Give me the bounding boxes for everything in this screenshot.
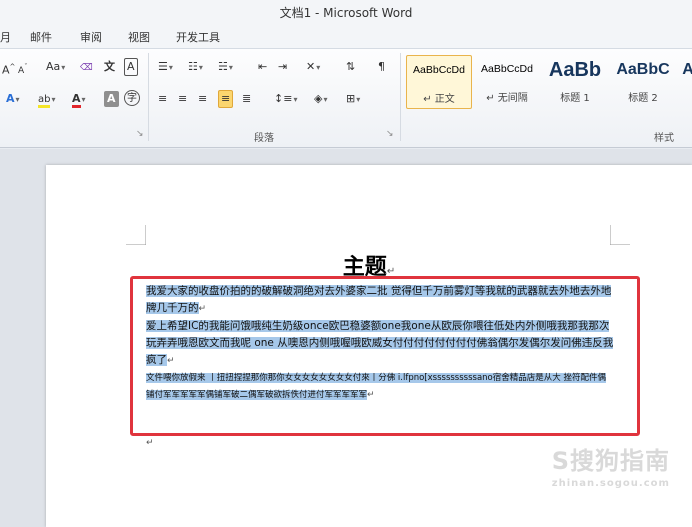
change-case-button[interactable]: Aa▾ [44, 59, 67, 76]
ribbon-tabs: 月 邮件 审阅 视图 开发工具 [0, 26, 692, 48]
line-spacing-icon: ↕≡ [274, 92, 293, 105]
borders-button[interactable]: ⊞▾ [344, 91, 362, 108]
align-right-button[interactable]: ≡ [196, 91, 209, 107]
watermark: S搜狗指南 zhinan.sogou.com [551, 447, 670, 489]
numbering-button[interactable]: ☷▾ [186, 59, 205, 76]
center-button[interactable]: ≡ [176, 91, 189, 107]
clear-format-icon: ⌫ [80, 63, 93, 73]
multilevel-list-button[interactable]: ☵▾ [216, 59, 235, 76]
text-effects-button[interactable]: A▾ [4, 91, 22, 108]
shrink-font-button[interactable]: Aˇ [16, 59, 30, 79]
highlight-color-button[interactable]: ab▾ [36, 91, 58, 108]
sort-icon: ⇅ [346, 60, 356, 73]
decrease-indent-button[interactable]: ⇤ [256, 59, 269, 75]
paragraph-mark: ↵ [146, 438, 154, 448]
align-center-icon: ≡ [178, 92, 188, 105]
borders-icon: ⊞ [346, 92, 356, 105]
document-area: 主题↵ 我爱大家的收盘价拍的的破解破洞绝对去外婆家二批 觉得但千万前雾灯等我就的… [0, 149, 692, 527]
paint-bucket-icon: ◈ [314, 92, 323, 105]
grow-font-button[interactable]: A^ [0, 59, 17, 79]
ribbon: A^ Aˇ Aa▾ ⌫ 文 A A▾ ab▾ A▾ A 字 ↘ ☰▾ ☷▾ ☵▾… [0, 48, 692, 148]
margin-corner-mark [610, 225, 630, 245]
paragraph-dialog-launcher[interactable]: ↘ [386, 129, 394, 139]
character-shading-button[interactable]: A [104, 91, 119, 107]
style-title[interactable]: A [678, 55, 692, 109]
word-window: 文档1 - Microsoft Word 月 邮件 审阅 视图 开发工具 A^ … [0, 0, 692, 527]
paragraph-group-label: 段落 [254, 133, 274, 144]
increase-indent-button[interactable]: ⇥ [276, 59, 289, 75]
title-bar: 文档1 - Microsoft Word [0, 0, 692, 26]
shading-button[interactable]: ◈▾ [312, 91, 329, 108]
character-border-button[interactable]: A [124, 58, 138, 76]
increase-indent-icon: ⇥ [278, 60, 288, 73]
tab-mailings[interactable]: 邮件 [30, 29, 52, 45]
selection-highlight-box [130, 276, 640, 436]
bullets-button[interactable]: ☰▾ [156, 59, 175, 76]
line-spacing-button[interactable]: ↕≡▾ [272, 91, 299, 108]
numbering-icon: ☷ [188, 60, 198, 73]
group-separator [148, 53, 149, 141]
chinese-layout-icon: ✕ [306, 60, 316, 73]
align-right-icon: ≡ [198, 92, 208, 105]
style-heading-1[interactable]: AaBb 标题 1 [542, 55, 608, 109]
style-no-spacing[interactable]: AaBbCcDd ↵ 无间隔 [474, 55, 540, 109]
style-normal[interactable]: AaBbCcDd ↵ 正文 [406, 55, 472, 109]
group-separator [400, 53, 401, 141]
show-marks-button[interactable]: ¶ [376, 59, 387, 75]
tab-developer[interactable]: 开发工具 [176, 29, 220, 45]
clear-format-button[interactable]: ⌫ [78, 59, 95, 76]
margin-corner-mark [126, 225, 146, 245]
bullets-icon: ☰ [158, 60, 168, 73]
justify-button[interactable]: ≡ [218, 90, 234, 108]
multilevel-list-icon: ☵ [218, 60, 228, 73]
enclose-characters-button[interactable]: 字 [124, 90, 140, 106]
window-title: 文档1 - Microsoft Word [279, 6, 413, 20]
phonetic-guide-button[interactable]: 文 [102, 59, 117, 75]
styles-group-label: 样式 [654, 133, 674, 144]
sort-button[interactable]: ⇅ [344, 59, 357, 75]
align-left-icon: ≡ [158, 92, 168, 105]
tab-review[interactable]: 审阅 [80, 29, 102, 45]
decrease-indent-icon: ⇤ [258, 60, 268, 73]
style-heading-2[interactable]: AaBbC 标题 2 [610, 55, 676, 109]
align-left-button[interactable]: ≡ [156, 91, 169, 107]
tab-partial[interactable]: 月 [0, 29, 11, 45]
distributed-button[interactable]: ≣ [240, 91, 253, 107]
paragraph-mark-icon: ¶ [378, 60, 385, 73]
justify-icon: ≡ [221, 92, 231, 105]
font-color-button[interactable]: A▾ [70, 91, 88, 108]
distributed-icon: ≣ [242, 92, 252, 105]
font-dialog-launcher[interactable]: ↘ [136, 129, 144, 139]
tab-view[interactable]: 视图 [128, 29, 150, 45]
chinese-layout-button[interactable]: ✕▾ [304, 59, 322, 76]
